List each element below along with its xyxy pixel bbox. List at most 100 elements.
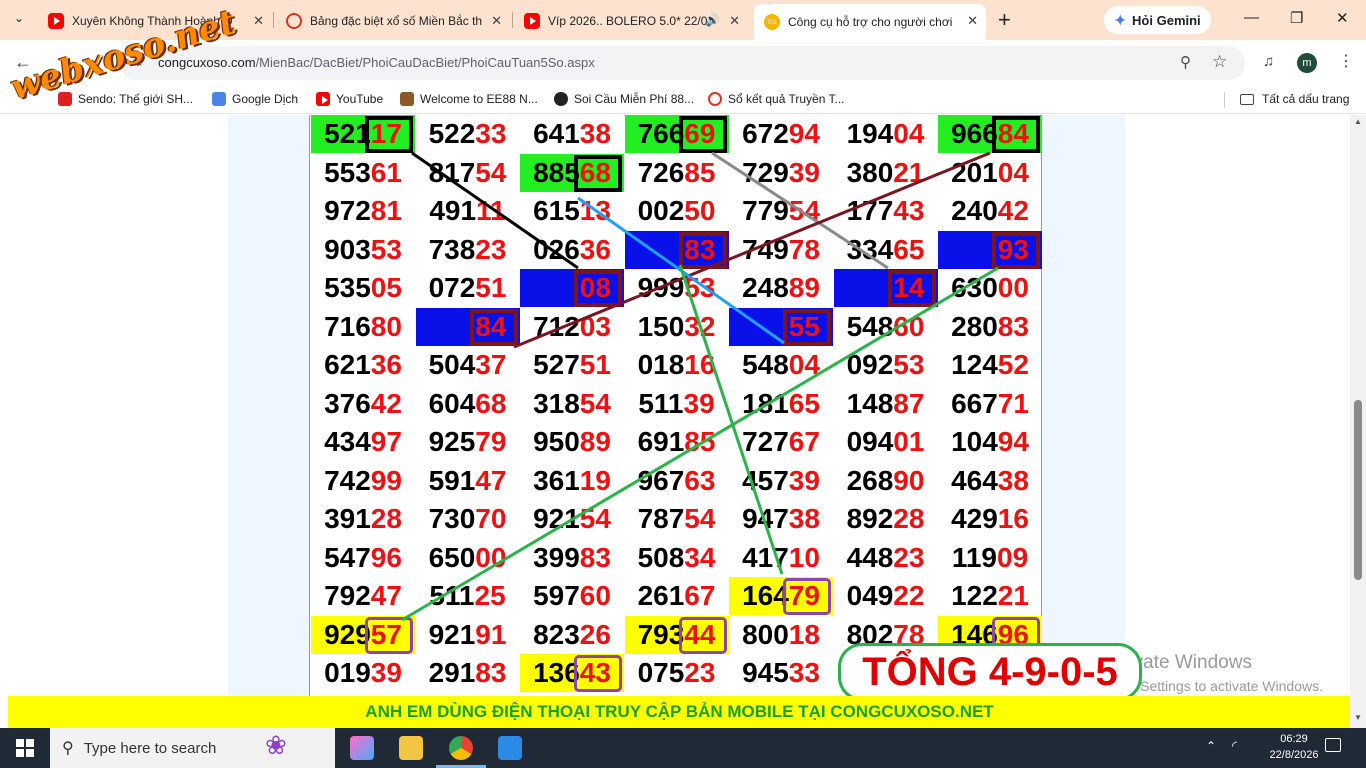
new-tab-button[interactable]: + bbox=[998, 7, 1011, 33]
restore-icon[interactable]: ❐ bbox=[1290, 9, 1303, 27]
prize-cell-tail: 87 bbox=[893, 387, 925, 419]
windows-start-icon[interactable] bbox=[16, 739, 34, 757]
tab-4-active[interactable]: XS Công cụ hỗ trợ cho người chơi ✕ bbox=[754, 4, 986, 40]
page-scrollbar[interactable]: ▲ ▼ bbox=[1350, 115, 1366, 728]
prize-cell: 072 51 bbox=[416, 269, 520, 307]
prize-cell-head: 800 bbox=[742, 618, 789, 650]
prize-cell-head: 892 bbox=[846, 503, 894, 534]
notification-icon[interactable] bbox=[1325, 738, 1341, 752]
bookmark-label: Soi Cầu Miễn Phí 88... bbox=[574, 92, 695, 106]
prize-cell-head: 240 bbox=[951, 195, 998, 226]
bookmark-soi-cau[interactable]: Soi Cầu Miễn Phí 88... bbox=[554, 92, 694, 106]
scroll-down-icon[interactable]: ▼ bbox=[1354, 713, 1362, 722]
xs-icon: XS bbox=[764, 14, 780, 30]
prize-cell-tail: 65 bbox=[788, 387, 820, 419]
bookmark-sendo[interactable]: Sendo: Thế giới SH... bbox=[58, 92, 193, 106]
prize-cell-head: 002 bbox=[637, 195, 685, 226]
prize-cell: 464 38 bbox=[938, 462, 1042, 500]
prize-cell: 929 57 bbox=[311, 615, 415, 654]
mobile-banner[interactable]: ANH EM DÙNG ĐIỆN THOẠI TRUY CẬP BẢN MOBI… bbox=[8, 696, 1351, 728]
site-icon bbox=[286, 13, 302, 29]
prize-cell: 787 54 bbox=[625, 500, 729, 538]
prize-cell-tail: 60 bbox=[893, 310, 925, 342]
prize-cell: 742 99 bbox=[311, 462, 415, 500]
clock-date: 22/8/2026 bbox=[1269, 749, 1319, 761]
photos-icon[interactable] bbox=[498, 736, 522, 760]
bookmark-ee88[interactable]: Welcome to EE88 N... bbox=[400, 92, 538, 106]
youtube-icon bbox=[48, 13, 64, 29]
prize-cell: 823 26 bbox=[520, 616, 624, 654]
prize-cell-head: 150 bbox=[637, 310, 685, 342]
media-control-icon[interactable]: ♫ bbox=[1263, 53, 1274, 70]
prize-cell-head: 391 bbox=[324, 503, 371, 534]
close-window-icon[interactable]: ✕ bbox=[1336, 9, 1349, 27]
close-icon[interactable]: ✕ bbox=[253, 13, 264, 29]
prize-cell: 104 94 bbox=[938, 423, 1042, 461]
prize-cell: 148 87 bbox=[834, 385, 938, 423]
bookmark-google-dich[interactable]: Google Dịch bbox=[212, 92, 298, 106]
prize-cell: 521 17 bbox=[311, 115, 415, 153]
prize-cell: 999 53 bbox=[625, 269, 729, 307]
prize-cell: 380 21 bbox=[834, 154, 938, 192]
prize-cell-tail: 00 bbox=[475, 541, 507, 573]
prize-cell-head: 153 bbox=[951, 233, 998, 265]
prize-cell: 181 65 bbox=[729, 385, 833, 423]
prize-cell-tail: 16 bbox=[997, 503, 1029, 534]
prize-cell: 672 94 bbox=[729, 115, 833, 153]
prize-cell: 002 50 bbox=[625, 192, 729, 230]
prize-cell-tail: 79 bbox=[788, 580, 820, 611]
bookmark-youtube[interactable]: YouTube bbox=[316, 92, 383, 106]
address-bar[interactable]: ⚙ congcuxoso.com/MienBac/DacBiet/PhoiCau… bbox=[120, 46, 1245, 80]
gemini-button[interactable]: ✦ Hỏi Gemini bbox=[1104, 6, 1211, 34]
close-icon[interactable]: ✕ bbox=[491, 13, 502, 29]
prize-cell-head: 092 bbox=[846, 349, 894, 380]
windows-taskbar: ⚲ Type here to search ❀ ⌃ ◜ 06:29 22/8/2… bbox=[0, 728, 1366, 768]
prize-cell: 691 85 bbox=[625, 423, 729, 461]
prize-cell-head: 621 bbox=[324, 349, 371, 380]
all-bookmarks-label: Tất cả dấu trang bbox=[1262, 92, 1350, 106]
chrome-icon[interactable] bbox=[449, 736, 473, 760]
prize-cell: 548 04 bbox=[729, 346, 833, 384]
minimize-icon[interactable]: — bbox=[1244, 9, 1259, 26]
profile-avatar[interactable]: m bbox=[1297, 53, 1317, 73]
url-text[interactable]: congcuxoso.com/MienBac/DacBiet/PhoiCauDa… bbox=[158, 55, 595, 70]
system-clock[interactable]: 06:29 22/8/2026 bbox=[1269, 731, 1319, 763]
menu-dots-icon[interactable]: ⋮ bbox=[1338, 51, 1354, 71]
taskbar-search[interactable]: ⚲ Type here to search ❀ bbox=[50, 728, 335, 768]
speaker-icon[interactable]: 🔊 bbox=[705, 13, 720, 27]
tray-chevron-icon[interactable]: ⌃ bbox=[1206, 739, 1216, 753]
scrollbar-thumb[interactable] bbox=[1354, 400, 1362, 580]
prize-cell-tail: 89 bbox=[579, 426, 611, 457]
scroll-up-icon[interactable]: ▲ bbox=[1354, 117, 1362, 126]
tab-search-chevron-icon[interactable]: ⌄ bbox=[14, 11, 24, 25]
close-icon[interactable]: ✕ bbox=[967, 13, 978, 29]
prize-cell-tail: 26 bbox=[579, 618, 611, 650]
prize-cell-tail: 65 bbox=[893, 233, 925, 265]
prize-cell-head: 511 bbox=[638, 387, 684, 419]
bookmark-so-ket-qua[interactable]: Sổ kết quả Truyền T... bbox=[708, 92, 845, 106]
prize-cell: 527 51 bbox=[520, 346, 624, 384]
prize-cell-head: 177 bbox=[846, 195, 894, 226]
wifi-icon[interactable]: ◜ bbox=[1232, 738, 1237, 754]
prize-cell-tail: 90 bbox=[893, 464, 925, 496]
close-icon[interactable]: ✕ bbox=[729, 13, 740, 29]
prize-cell: 092 53 bbox=[834, 346, 938, 384]
copilot-icon[interactable] bbox=[350, 736, 374, 760]
tab-2[interactable]: Bảng đặc biệt xổ số Miền Bắc th ✕ bbox=[278, 6, 510, 36]
all-bookmarks[interactable]: Tất cả dấu trang bbox=[1240, 92, 1349, 106]
prize-cell-tail: 61 bbox=[370, 156, 402, 188]
prize-cell-tail: 54 bbox=[579, 387, 611, 419]
bookmark-star-icon[interactable]: ☆ bbox=[1212, 52, 1227, 72]
prize-cell: 730 70 bbox=[416, 500, 520, 538]
gemini-label: Hỏi Gemini bbox=[1132, 12, 1201, 28]
zoom-icon[interactable]: ⚲ bbox=[1180, 53, 1191, 71]
prize-cell-tail: 68 bbox=[475, 387, 507, 419]
tab-3[interactable]: Víp 2026.. BOLERO 5.0* 22/0 🔊 ✕ bbox=[516, 6, 748, 36]
file-explorer-icon[interactable] bbox=[399, 736, 423, 760]
prize-cell: 921 54 bbox=[520, 500, 624, 538]
prize-cell-head: 457 bbox=[742, 464, 789, 496]
prize-cell-head: 248 bbox=[742, 272, 789, 303]
prize-cell: 248 89 bbox=[729, 269, 833, 307]
prize-cell: 885 68 bbox=[520, 153, 624, 192]
prize-cell-head: 966 bbox=[951, 118, 998, 149]
